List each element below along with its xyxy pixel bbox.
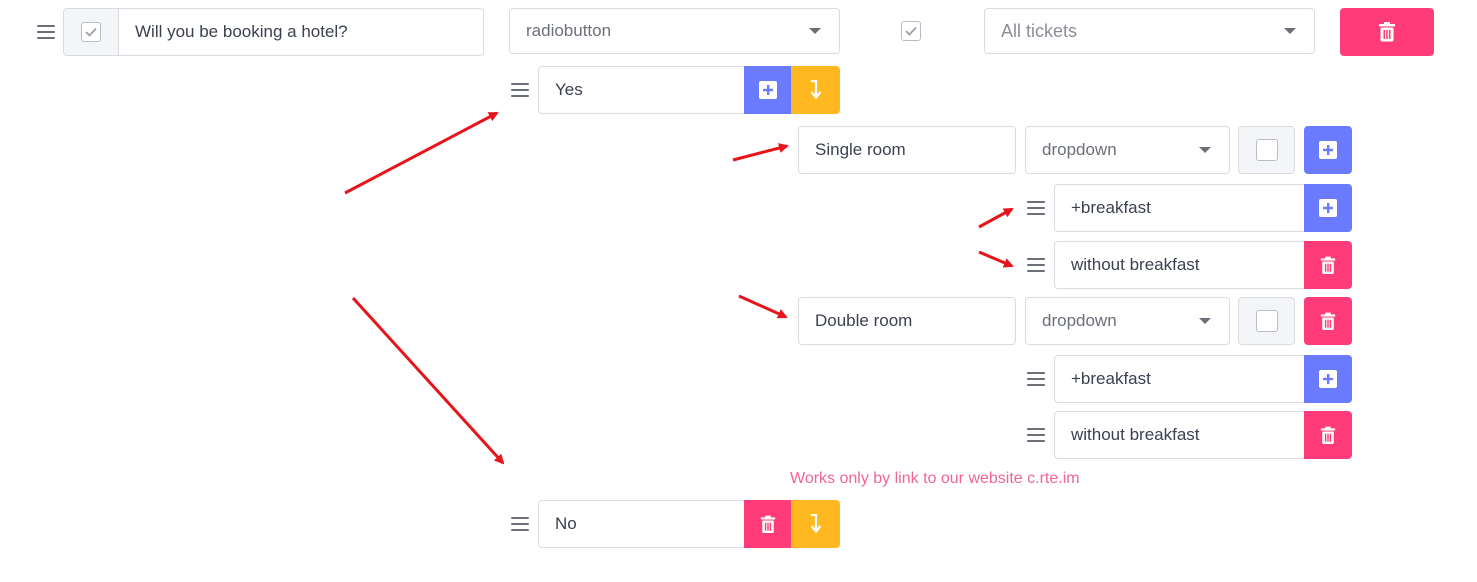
trash-icon xyxy=(1320,426,1336,444)
choice-drag-handle-icon[interactable] xyxy=(1025,254,1047,276)
plus-square-icon xyxy=(1319,141,1337,159)
double-room-choice-without-breakfast-input[interactable]: without breakfast xyxy=(1054,411,1305,459)
caret-down-icon xyxy=(809,28,821,34)
plus-square-icon xyxy=(759,81,777,99)
option-no-delete-button[interactable] xyxy=(744,500,792,548)
question-drag-handle-icon[interactable] xyxy=(35,21,57,43)
option-yes-branch-button[interactable] xyxy=(791,66,840,114)
single-room-choice-without-breakfast-delete-button[interactable] xyxy=(1304,241,1352,289)
choice-drag-handle-icon[interactable] xyxy=(1025,368,1047,390)
arrow-to-double-room xyxy=(738,294,788,319)
sub-item-single-room-checkbox[interactable] xyxy=(1255,139,1278,161)
sub-item-double-room-input[interactable]: Double room xyxy=(798,297,1016,345)
question-required-checkbox[interactable] xyxy=(81,22,101,42)
choice-drag-handle-icon[interactable] xyxy=(1025,424,1047,446)
double-room-choice-breakfast-add-button[interactable] xyxy=(1304,355,1352,403)
sub-item-single-room-type-value: dropdown xyxy=(1042,140,1117,159)
branch-arrow-icon xyxy=(810,80,821,100)
option-yes-input[interactable]: Yes xyxy=(538,66,745,114)
caret-down-icon xyxy=(1284,28,1296,34)
sub-item-double-room-delete-button[interactable] xyxy=(1304,297,1352,345)
question-text-input[interactable]: Will you be booking a hotel? xyxy=(118,8,484,56)
arrow-to-breakfast-1 xyxy=(978,207,1014,229)
tickets-value: All tickets xyxy=(1001,20,1078,41)
choice-drag-handle-icon[interactable] xyxy=(1025,197,1047,219)
caret-down-icon xyxy=(1199,318,1211,324)
delete-question-button[interactable] xyxy=(1340,8,1434,56)
website-link-note: Works only by link to our website c.rte.… xyxy=(790,470,1080,487)
branch-arrow-icon xyxy=(810,514,821,534)
sub-item-double-room-checkbox[interactable] xyxy=(1255,310,1278,332)
trash-icon xyxy=(1379,22,1395,42)
tickets-select[interactable]: All tickets xyxy=(984,8,1315,54)
arrow-to-yes xyxy=(344,111,499,195)
option-yes-add-sub-button[interactable] xyxy=(744,66,792,114)
arrow-to-without-breakfast-1 xyxy=(978,250,1014,268)
option-yes-drag-handle-icon[interactable] xyxy=(509,79,531,101)
sub-item-double-room-type-value: dropdown xyxy=(1042,311,1117,330)
double-room-choice-breakfast-input[interactable]: +breakfast xyxy=(1054,355,1305,403)
single-room-choice-breakfast-input[interactable]: +breakfast xyxy=(1054,184,1305,232)
check-icon xyxy=(905,26,917,36)
sub-item-single-room-type-select[interactable]: dropdown xyxy=(1025,126,1230,174)
check-icon xyxy=(85,27,97,37)
trash-icon xyxy=(760,515,776,533)
plus-square-icon xyxy=(1319,370,1337,388)
option-no-input[interactable]: No xyxy=(538,500,745,548)
question-visible-checkbox[interactable] xyxy=(901,21,921,41)
option-no-branch-button[interactable] xyxy=(791,500,840,548)
question-type-select[interactable]: radiobutton xyxy=(509,8,840,54)
single-room-choice-without-breakfast-input[interactable]: without breakfast xyxy=(1054,241,1305,289)
double-room-choice-without-breakfast-delete-button[interactable] xyxy=(1304,411,1352,459)
question-required-toggle[interactable] xyxy=(63,8,119,56)
arrow-to-single-room xyxy=(732,143,789,162)
trash-icon xyxy=(1320,312,1336,330)
trash-icon xyxy=(1320,256,1336,274)
plus-square-icon xyxy=(1319,199,1337,217)
sub-item-single-room-required-toggle[interactable] xyxy=(1238,126,1295,174)
sub-item-single-room-add-button[interactable] xyxy=(1304,126,1352,174)
option-no-drag-handle-icon[interactable] xyxy=(509,513,531,535)
caret-down-icon xyxy=(1199,147,1211,153)
question-type-value: radiobutton xyxy=(526,21,612,40)
single-room-choice-breakfast-add-button[interactable] xyxy=(1304,184,1352,232)
arrow-to-no xyxy=(351,296,505,465)
sub-item-double-room-required-toggle[interactable] xyxy=(1238,297,1295,345)
sub-item-double-room-type-select[interactable]: dropdown xyxy=(1025,297,1230,345)
sub-item-single-room-input[interactable]: Single room xyxy=(798,126,1016,174)
